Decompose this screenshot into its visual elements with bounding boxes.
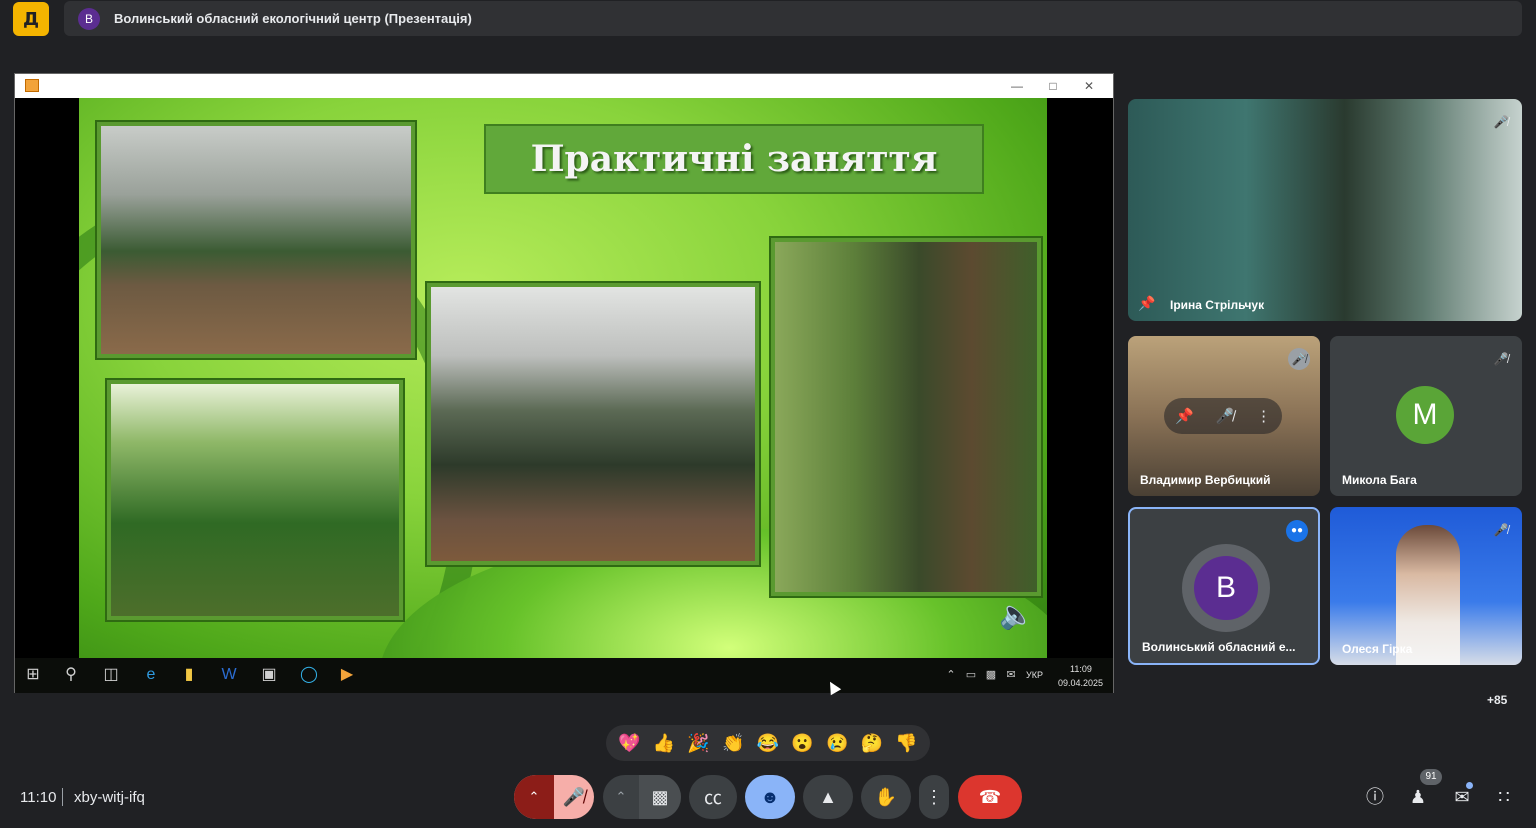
slide-photo-students bbox=[427, 283, 759, 565]
pin-icon[interactable]: 📌 bbox=[1175, 407, 1194, 425]
slide: Практичні заняття 🔈 bbox=[79, 98, 1047, 658]
app-logo: Д bbox=[13, 2, 49, 36]
mic-off-icon: 🎤̸ bbox=[1493, 523, 1509, 537]
search-icon[interactable]: ⚲ bbox=[61, 665, 81, 685]
edge-legacy-icon[interactable]: e bbox=[141, 665, 161, 685]
reaction-heart-icon[interactable]: 💖 bbox=[615, 729, 643, 757]
participant-tile[interactable]: 🎤̸ Олеся Гірка bbox=[1330, 507, 1522, 665]
participant-name: Олеся Гірка bbox=[1342, 642, 1413, 656]
mic-off-icon: 🎤̸ bbox=[1493, 115, 1509, 129]
pin-icon: 📌 bbox=[1138, 295, 1156, 311]
reaction-thinking-icon[interactable]: 🤔 bbox=[858, 729, 886, 757]
people-icon[interactable]: ♟ bbox=[1406, 785, 1430, 809]
slide-photo-tree-measuring bbox=[771, 238, 1041, 596]
slideshow-taskbar-icon[interactable]: ▶ bbox=[337, 665, 357, 685]
present-screen-button[interactable]: ▲ bbox=[803, 775, 853, 819]
slide-area: Практичні заняття 🔈 bbox=[15, 98, 1113, 658]
mic-off-icon: 🎤̸ bbox=[1288, 348, 1310, 370]
tray-chevron-icon[interactable]: ⌃ bbox=[941, 665, 961, 685]
reaction-sad-icon[interactable]: 😢 bbox=[823, 729, 851, 757]
audio-options-chevron-icon[interactable]: ⌃ bbox=[514, 775, 554, 819]
speaker-icon[interactable]: 🔈 bbox=[999, 598, 1035, 630]
reaction-laugh-icon[interactable]: 😂 bbox=[754, 729, 782, 757]
mute-participant-icon[interactable]: 🎤̸ bbox=[1216, 407, 1235, 425]
people-count-badge: 91 bbox=[1420, 769, 1442, 785]
divider bbox=[62, 788, 63, 806]
leave-call-button[interactable]: ☎ bbox=[958, 775, 1022, 819]
meeting-time: 11:10 bbox=[20, 789, 57, 806]
taskbar-date: 09.04.2025 bbox=[1058, 678, 1104, 688]
tile-hover-controls: 📌 🎤̸ ⋮ bbox=[1164, 398, 1282, 434]
reaction-thumbs-up-icon[interactable]: 👍 bbox=[650, 729, 678, 757]
more-options-button[interactable]: ⋮ bbox=[919, 775, 949, 819]
participant-tile[interactable]: 🎤̸ 📌 🎤̸ ⋮ Владимир Вербицкий bbox=[1128, 336, 1320, 496]
presentation-title: Волинський обласний екологічний центр (П… bbox=[114, 11, 472, 26]
meeting-code[interactable]: xby-witj-ifq bbox=[74, 789, 145, 806]
microphone-control: ⌃ 🎤̸ bbox=[514, 775, 594, 819]
presenter-avatar: В bbox=[78, 7, 100, 30]
reaction-thumbs-down-icon[interactable]: 👎 bbox=[893, 729, 921, 757]
slide-photo-logs bbox=[97, 122, 415, 358]
mic-off-icon: 🎤̸ bbox=[1493, 352, 1509, 366]
network-icon[interactable]: ▩ bbox=[981, 665, 1001, 685]
reaction-party-icon[interactable]: 🎉 bbox=[685, 729, 713, 757]
emoji-reactions-button[interactable]: ☻ bbox=[745, 775, 795, 819]
video-options-chevron-icon[interactable]: ⌃ bbox=[603, 775, 639, 819]
slideshow-app-icon bbox=[25, 79, 39, 92]
slide-title: Практичні заняття bbox=[530, 138, 938, 180]
windows-start-icon[interactable]: ⊞ bbox=[23, 665, 43, 685]
participant-tile[interactable]: 🎤̸ M Микола Бага bbox=[1330, 336, 1522, 496]
reactions-bar: 💖 👍 🎉 👏 😂 😮 😢 🤔 👎 bbox=[606, 725, 930, 761]
taskbar-time: 11:09 bbox=[1070, 664, 1092, 674]
activities-icon[interactable]: ∷ bbox=[1492, 785, 1516, 809]
mic-off-button[interactable]: 🎤̸ bbox=[554, 775, 594, 819]
avatar: M bbox=[1396, 386, 1454, 444]
reaction-surprised-icon[interactable]: 😮 bbox=[789, 729, 817, 757]
minimize-icon[interactable]: — bbox=[1007, 77, 1027, 95]
slide-photo-forest-group bbox=[107, 380, 403, 620]
file-explorer-icon[interactable]: ▮ bbox=[179, 665, 199, 685]
slide-title-box: Практичні заняття bbox=[484, 124, 984, 194]
participant-name: Владимир Вербицкий bbox=[1140, 473, 1271, 487]
captions-button[interactable]: ㏄ bbox=[689, 775, 737, 819]
participant-tile-self[interactable]: ●● B Волинський обласний е... bbox=[1128, 507, 1320, 665]
participant-name: Микола Бага bbox=[1342, 473, 1417, 487]
presentation-top-bar: Д В Волинський обласний екологічний цент… bbox=[0, 0, 1536, 38]
more-participants-count[interactable]: +85 bbox=[1487, 693, 1507, 707]
keyboard-language[interactable]: УКР bbox=[1026, 670, 1043, 680]
reaction-clap-icon[interactable]: 👏 bbox=[719, 729, 747, 757]
participant-name: Волинський обласний е... bbox=[1142, 640, 1296, 654]
presentation-indicator[interactable]: В Волинський обласний екологічний центр … bbox=[64, 1, 1522, 36]
raise-hand-button[interactable]: ✋ bbox=[861, 775, 911, 819]
meet-screen: Д В Волинський обласний екологічний цент… bbox=[0, 0, 1536, 828]
edge-icon[interactable]: ◯ bbox=[299, 665, 319, 685]
notifications-icon[interactable]: ✉ bbox=[1001, 665, 1021, 685]
speaking-indicator-icon: ●● bbox=[1286, 520, 1308, 542]
meeting-info-icon[interactable]: ⓘ bbox=[1363, 785, 1387, 809]
more-options-icon[interactable]: ⋮ bbox=[1256, 407, 1271, 425]
maximize-icon[interactable]: □ bbox=[1043, 77, 1063, 95]
word-icon[interactable]: W bbox=[219, 665, 239, 685]
windows-taskbar: ⊞ ⚲ ◫ e ▮ W ▣ ◯ ▶ ⌃ ▭ ▩ ✉ УКР 11:09 09.0… bbox=[15, 658, 1113, 693]
window-titlebar: — □ ✕ bbox=[15, 74, 1113, 98]
participant-tile[interactable]: 🎤̸ Ірина Стрільчук 📌 bbox=[1128, 99, 1522, 321]
task-view-icon[interactable]: ◫ bbox=[101, 665, 121, 685]
store-icon[interactable]: ▣ bbox=[259, 665, 279, 685]
shared-screen: — □ ✕ Практичні заняття 🔈 ⊞ ⚲ ◫ e ▮ W ▣ … bbox=[14, 73, 1114, 693]
participant-name: Ірина Стрільчук bbox=[1170, 298, 1265, 312]
tray-device-icon[interactable]: ▭ bbox=[961, 665, 981, 685]
close-icon[interactable]: ✕ bbox=[1079, 77, 1099, 95]
camera-button[interactable]: ▩ bbox=[639, 775, 681, 819]
avatar: B bbox=[1194, 556, 1258, 620]
chat-notification-dot bbox=[1466, 782, 1473, 789]
camera-control: ⌃ ▩ bbox=[603, 775, 681, 819]
